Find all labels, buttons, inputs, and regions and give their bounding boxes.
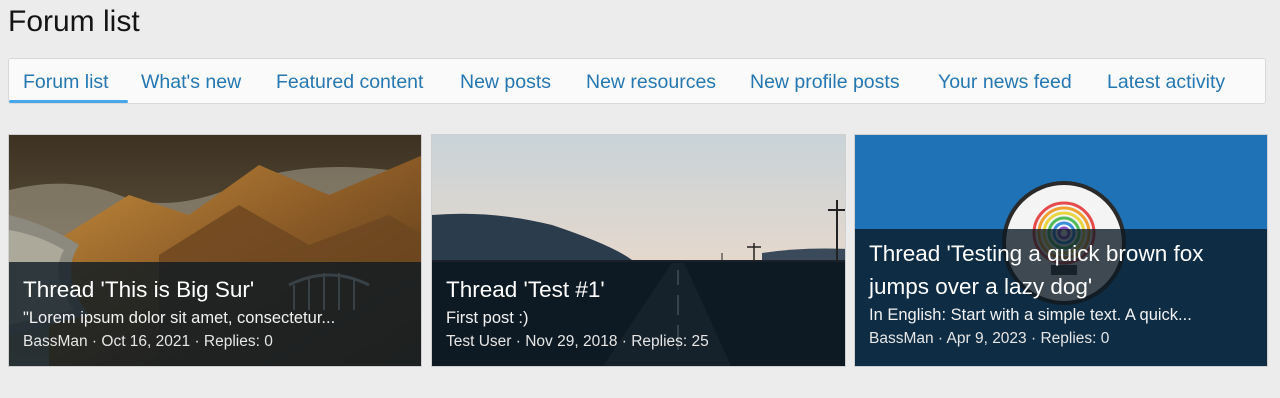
card-snippet: First post :)	[446, 309, 529, 327]
card-meta: Test User · Nov 29, 2018 · Replies: 25	[446, 333, 709, 350]
active-tab-indicator	[9, 100, 128, 103]
featured-card-big-sur[interactable]: Thread 'This is Big Sur' "Lorem ipsum do…	[8, 134, 422, 367]
tab-whats-new[interactable]: What's new	[141, 59, 241, 103]
card-overlay: Thread 'Testing a quick brown fox jumps …	[855, 229, 1267, 366]
tab-new-profile-posts[interactable]: New profile posts	[750, 59, 900, 103]
card-meta: BassMan · Oct 16, 2021 · Replies: 0	[23, 333, 273, 350]
card-title[interactable]: Thread 'Testing a quick brown fox	[869, 229, 1253, 270]
card-title[interactable]: Thread 'This is Big Sur'	[23, 262, 407, 306]
card-snippet: "Lorem ipsum dolor sit amet, consectetur…	[23, 309, 336, 327]
card-meta: BassMan · Apr 9, 2023 · Replies: 0	[869, 330, 1110, 347]
tab-new-resources[interactable]: New resources	[586, 59, 716, 103]
tab-forum-list[interactable]: Forum list	[23, 59, 109, 103]
card-snippet: In English: Start with a simple text. A …	[869, 306, 1192, 324]
card-title-line-2[interactable]: jumps over a lazy dog'	[869, 270, 1253, 303]
tab-new-posts[interactable]: New posts	[460, 59, 551, 103]
tab-your-news-feed[interactable]: Your news feed	[938, 59, 1072, 103]
tab-bar: Forum list What's new Featured content N…	[8, 58, 1266, 104]
featured-card-quick-brown-fox[interactable]: Thread 'Testing a quick brown fox jumps …	[854, 134, 1268, 367]
tab-featured-content[interactable]: Featured content	[276, 59, 423, 103]
card-title[interactable]: Thread 'Test #1'	[446, 262, 831, 306]
card-overlay: Thread 'This is Big Sur' "Lorem ipsum do…	[9, 262, 421, 366]
page-title: Forum list	[8, 5, 140, 38]
tab-latest-activity[interactable]: Latest activity	[1107, 59, 1225, 103]
card-overlay: Thread 'Test #1' First post :) Test User…	[432, 262, 845, 366]
featured-card-test-1[interactable]: Thread 'Test #1' First post :) Test User…	[431, 134, 846, 367]
